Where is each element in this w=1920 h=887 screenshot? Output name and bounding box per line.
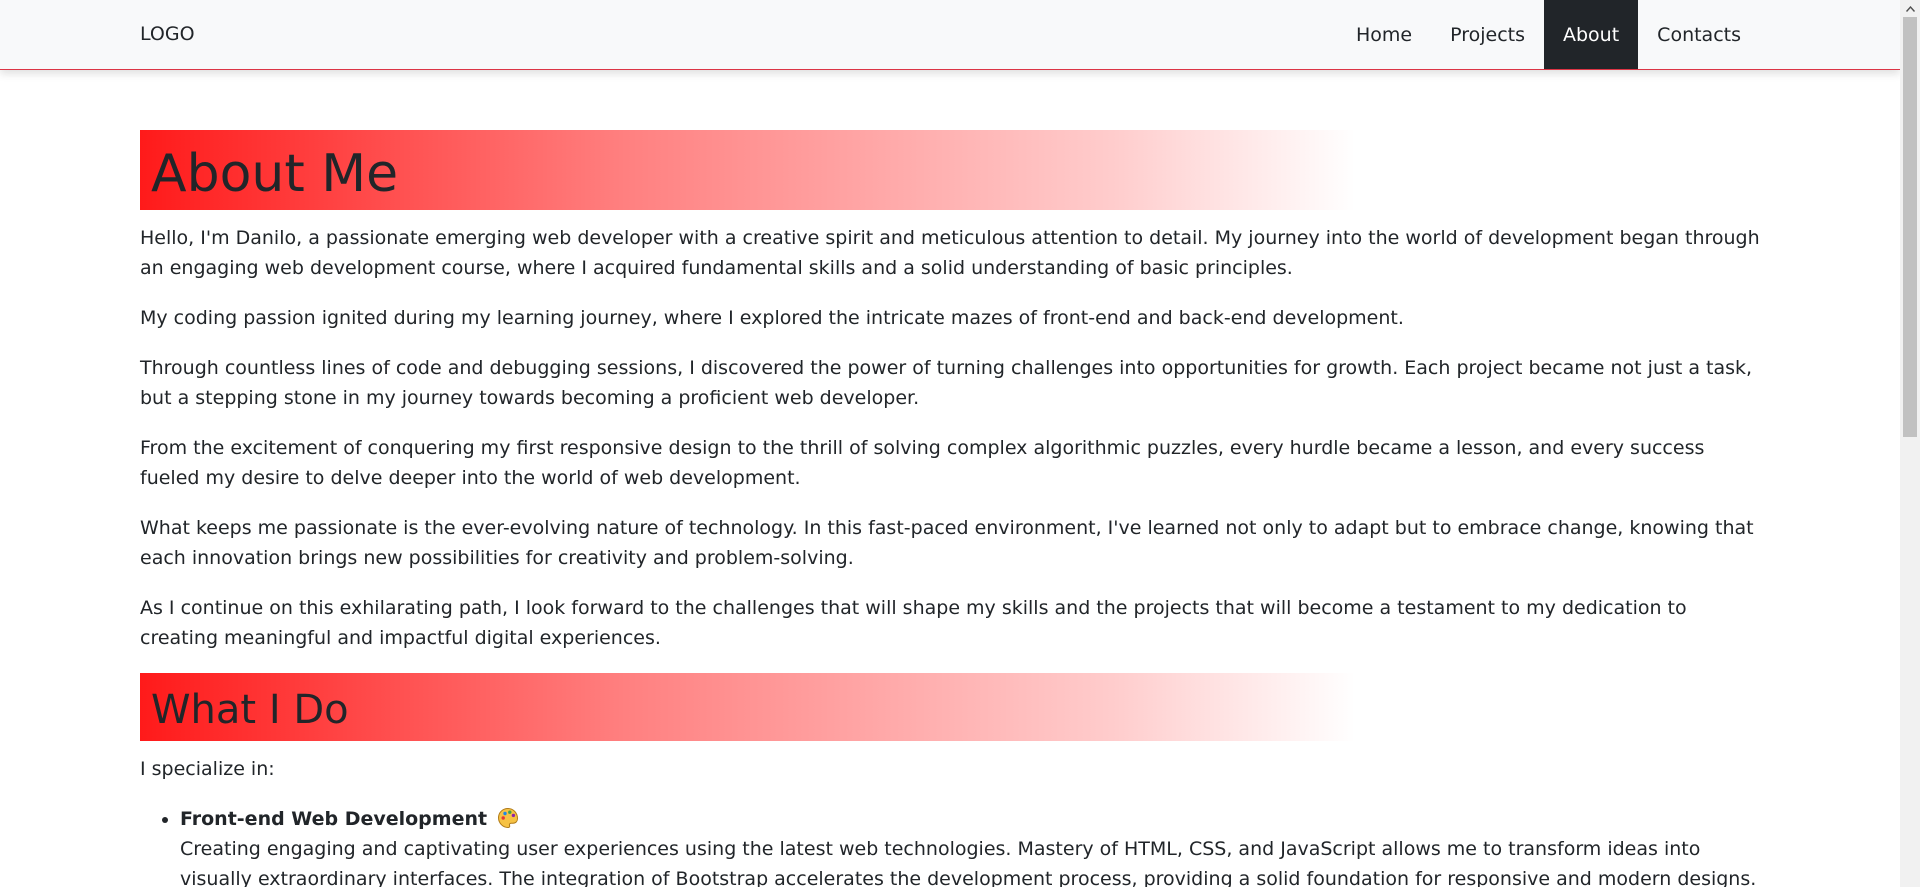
scroll-thumb[interactable] xyxy=(1903,17,1917,437)
scroll-up-icon[interactable] xyxy=(1900,0,1920,17)
about-paragraph: What keeps me passionate is the ever-evo… xyxy=(140,517,1754,569)
service-description: Creating engaging and captivating user e… xyxy=(180,838,1757,887)
main-content: About Me Hello, I'm Danilo, a passionate… xyxy=(140,130,1760,887)
nav-link-home[interactable]: Home xyxy=(1337,0,1431,69)
nav-link-about[interactable]: About xyxy=(1543,0,1639,69)
about-paragraph: As I continue on this exhilarating path,… xyxy=(140,597,1687,649)
what-i-do-heading: What I Do xyxy=(140,673,1760,741)
list-item: Front-end Web Development Creating engag… xyxy=(180,804,1760,887)
services-list: Front-end Web Development Creating engag… xyxy=(140,804,1760,887)
about-heading: About Me xyxy=(140,130,1760,210)
nav-link-contacts[interactable]: Contacts xyxy=(1638,0,1760,69)
specialize-intro: I specialize in: xyxy=(140,758,275,780)
nav-links: Home Projects About Contacts xyxy=(1337,0,1760,69)
logo-link[interactable]: LOGO xyxy=(140,0,195,69)
palette-icon xyxy=(497,807,519,829)
service-title: Front-end Web Development xyxy=(180,808,488,830)
vertical-scrollbar[interactable] xyxy=(1900,0,1920,887)
about-paragraph: My coding passion ignited during my lear… xyxy=(140,307,1404,329)
about-paragraph: Through countless lines of code and debu… xyxy=(140,357,1753,409)
about-paragraph: From the excitement of conquering my fir… xyxy=(140,437,1705,489)
navbar: LOGO Home Projects About Contacts xyxy=(0,0,1900,70)
nav-link-projects[interactable]: Projects xyxy=(1431,0,1544,69)
about-paragraph: Hello, I'm Danilo, a passionate emerging… xyxy=(140,227,1760,279)
